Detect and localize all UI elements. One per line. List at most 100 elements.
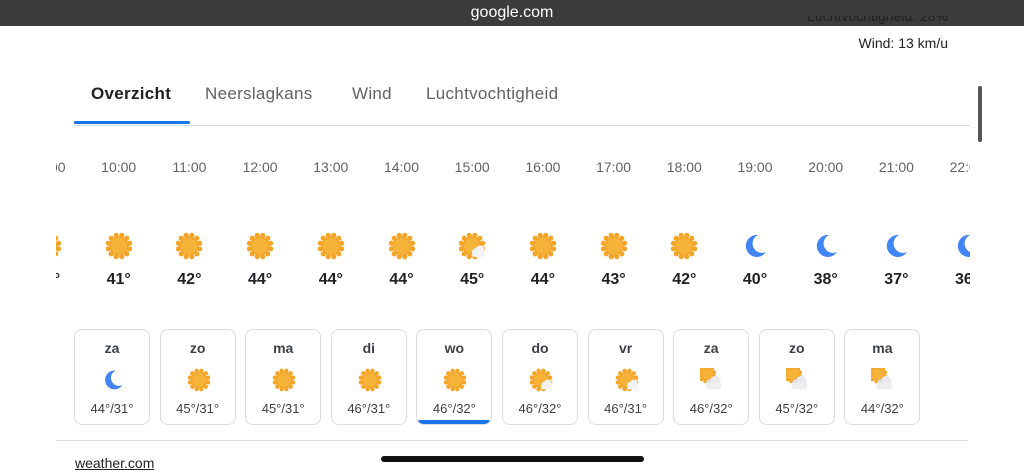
hourly-temp: 36° (954, 271, 970, 288)
day-temp-range: 46°/31° (604, 401, 648, 416)
sun-icon (600, 232, 628, 260)
day-temp-range: 44°/32° (860, 401, 904, 416)
hourly-temp: 43° (601, 271, 626, 288)
sun-icon (317, 232, 345, 260)
hourly-item: 21:00 37° (861, 150, 931, 300)
day-temp-range: 45°/32° (775, 401, 819, 416)
hourly-item: 09:00 41° (56, 150, 83, 300)
day-card-za[interactable]: za 44°/31° (74, 329, 150, 425)
moon-icon (953, 232, 970, 260)
day-temp-range: 46°/32° (432, 401, 476, 416)
moon-icon (812, 232, 840, 260)
hourly-item: 20:00 38° (791, 150, 861, 300)
hourly-time: 22:00 (949, 159, 970, 175)
hourly-temp: 42° (177, 271, 202, 288)
sun-icon (272, 368, 296, 392)
hourly-temp: 44° (247, 271, 273, 288)
hourly-item: 22:00 36° (932, 150, 970, 300)
day-name: zo (189, 340, 206, 356)
day-card-di[interactable]: di 46°/31° (330, 329, 407, 425)
weather-tabs: Overzicht Neerslagkans Wind Luchtvochtig… (74, 78, 970, 126)
hourly-time: 15:00 (454, 159, 490, 175)
sun-icon (246, 232, 274, 260)
tab-overzicht[interactable]: Overzicht (91, 78, 171, 125)
day-name: vr (618, 340, 633, 356)
hourly-time: 16:00 (525, 159, 561, 175)
hourly-temp: 44° (389, 271, 414, 288)
hourly-temp: 37° (884, 271, 909, 288)
scrollbar[interactable] (978, 86, 982, 142)
day-name: za (104, 340, 120, 356)
day-name: wo (444, 340, 465, 356)
day-temp-range: 46°/32° (689, 401, 733, 416)
day-name: di (362, 340, 376, 356)
hourly-temp: 42° (672, 271, 697, 288)
moon-icon (741, 232, 769, 260)
sun-icon (443, 368, 467, 392)
day-temp-range: 44°/31° (90, 401, 134, 416)
hourly-time: 12:00 (242, 159, 278, 175)
active-tab-indicator (74, 121, 190, 124)
day-temp-range: 45°/31° (261, 401, 305, 416)
day-name: zo (789, 340, 805, 356)
hourly-temp: 45° (460, 271, 485, 288)
hourly-item: 19:00 40° (720, 150, 790, 300)
tab-wind[interactable]: Wind (352, 78, 392, 125)
tab-luchtvochtigheid[interactable]: Luchtvochtigheid (426, 78, 558, 125)
partly-cloudy-icon (529, 368, 553, 392)
sun-icon (358, 368, 382, 392)
sun-icon (56, 232, 62, 260)
hourly-item: 13:00 44° (296, 150, 366, 300)
hourly-item: 12:00 44° (225, 150, 295, 300)
moon-icon (882, 232, 910, 260)
hourly-time: 10:00 (101, 159, 137, 175)
day-name: ma (872, 340, 893, 356)
weather-source-link[interactable]: weather.com (75, 455, 154, 471)
hourly-temp: 41° (56, 271, 61, 288)
sun-icon (175, 232, 203, 260)
partly-cloudy-icon (615, 368, 639, 392)
hourly-item: 15:00 45° (437, 150, 507, 300)
tab-neerslagkans[interactable]: Neerslagkans (205, 78, 313, 125)
day-card-ma[interactable]: ma 45°/31° (245, 329, 322, 425)
hourly-forecast[interactable]: 09:00 41° 10:00 41° 11:00 42° 12:00 44° 13:00 44°… (56, 150, 970, 300)
sun-icon (105, 232, 133, 260)
hourly-time: 13:00 (313, 159, 349, 175)
url-text: google.com (470, 4, 554, 21)
hourly-temp: 40° (742, 271, 768, 288)
hourly-time: 19:00 (737, 159, 773, 175)
mostly-cloudy-icon (869, 365, 895, 392)
hourly-item: 10:00 41° (84, 150, 154, 300)
day-card-wo[interactable]: wo 46°/32° (416, 329, 493, 425)
day-card-vr[interactable]: vr 46°/31° (587, 329, 664, 425)
day-card-zo[interactable]: zo 45°/31° (159, 329, 236, 425)
sun-icon (187, 368, 211, 392)
hourly-time: 11:00 (172, 159, 207, 175)
mostly-cloudy-icon (783, 365, 810, 392)
hourly-temp: 44° (318, 271, 343, 288)
humidity-text: Luchtvochtigheid: 28% (807, 16, 948, 24)
hourly-time: 14:00 (383, 159, 420, 175)
day-temp-range: 46°/31° (347, 401, 391, 416)
sun-icon (388, 232, 416, 260)
hourly-time: 21:00 (878, 159, 914, 175)
day-name: ma (273, 340, 294, 356)
hourly-item: 11:00 42° (154, 150, 224, 300)
day-temp-range: 46°/32° (518, 401, 562, 416)
hourly-item: 16:00 44° (508, 150, 578, 300)
home-indicator[interactable] (381, 456, 644, 462)
day-card-do[interactable]: do 46°/32° (502, 329, 578, 425)
hourly-time: 09:00 (56, 159, 66, 175)
hourly-item: 18:00 42° (649, 150, 719, 300)
hourly-item: 17:00 43° (579, 150, 649, 300)
day-card-zo[interactable]: zo 45°/32° (758, 329, 835, 425)
day-card-za[interactable]: za 46°/32° (673, 329, 750, 425)
hourly-temp: 44° (530, 271, 555, 288)
moon-icon (101, 368, 125, 392)
day-card-ma[interactable]: ma 44°/32° (844, 329, 921, 425)
selected-day-indicator (417, 420, 492, 424)
partly-cloudy-icon (458, 232, 486, 260)
wind-text: Wind: 13 km/u (858, 35, 948, 51)
sun-icon (529, 232, 557, 260)
hourly-time: 20:00 (808, 159, 844, 175)
